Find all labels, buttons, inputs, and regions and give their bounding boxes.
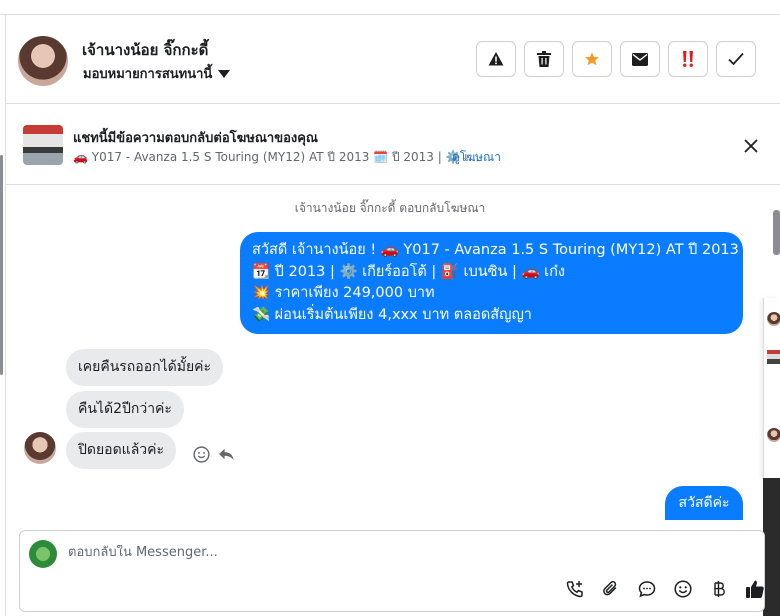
header-actions — [476, 41, 756, 77]
checkmark-icon — [728, 52, 744, 66]
assign-label: มอบหมายการสนทนานี้ — [83, 67, 213, 82]
star-icon — [585, 52, 599, 66]
chat-bubble-icon — [638, 581, 656, 598]
smiley-icon — [674, 580, 692, 598]
saved-replies-button[interactable] — [635, 577, 659, 601]
message-line: สวัสดี เจ้านางน้อย ! 🚗 Y017 - Avanza 1.5… — [252, 242, 739, 258]
view-ad-link[interactable]: ดูโฆษณา — [452, 148, 501, 167]
close-icon — [744, 139, 758, 153]
phone-plus-icon — [566, 581, 583, 598]
caret-down-icon — [218, 69, 231, 78]
mark-unread-button[interactable] — [620, 41, 660, 77]
thumbs-up-icon — [746, 580, 764, 598]
ad-banner-subtitle: 🚗 Y017 - Avanza 1.5 S Touring (MY12) AT … — [73, 150, 480, 164]
chat-scrollbar[interactable] — [773, 210, 780, 255]
attach-button[interactable] — [599, 577, 623, 601]
close-banner-button[interactable] — [740, 135, 762, 157]
mark-done-button[interactable] — [716, 41, 756, 77]
delete-button[interactable] — [524, 41, 564, 77]
like-button[interactable] — [743, 577, 767, 601]
reply-input[interactable] — [68, 545, 668, 560]
ad-reply-system-note: เจ้านางน้อย จิ๊กกะดี้ ตอบกลับโฆษณา — [294, 201, 486, 215]
outgoing-ad-message-bubble: สวัสดี เจ้านางน้อย ! 🚗 Y017 - Avanza 1.5… — [240, 232, 743, 334]
outgoing-message-bubble: สวัสดีค่ะ — [665, 486, 743, 520]
report-spam-button[interactable] — [476, 41, 516, 77]
incoming-message-bubble: ปิดยอดแล้วค่ะ — [66, 432, 177, 469]
baht-currency-icon — [714, 581, 725, 597]
message-line: 💥 ราคาเพียง 249,000 บาท — [252, 285, 435, 301]
composer-toolbar — [563, 577, 767, 601]
emoji-button[interactable] — [671, 577, 695, 601]
side-panel-edge — [763, 298, 780, 478]
reply-icon[interactable] — [218, 446, 235, 463]
follow-up-button[interactable] — [668, 41, 708, 77]
mini-avatar — [767, 428, 780, 442]
contact-name[interactable]: เจ้านางน้อย จิ๊กกะดี้ — [82, 38, 208, 62]
payment-button[interactable] — [707, 577, 731, 601]
sender-avatar[interactable] — [24, 432, 56, 464]
incoming-message-bubble: เคยคืนรถออกได้มั้ยค่ะ — [66, 349, 224, 386]
page-avatar — [29, 540, 57, 568]
left-scrollbar[interactable] — [0, 155, 3, 375]
incoming-message-bubble: คืนได้2ปีกว่าค่ะ — [66, 391, 184, 428]
mini-ad-thumbnail — [767, 350, 780, 364]
ad-banner-title: แชทนี้มีข้อความตอบกลับต่อโฆษณาของคุณ — [73, 131, 318, 146]
assign-conversation-dropdown[interactable]: มอบหมายการสนทนานี้ — [83, 63, 231, 84]
mini-avatar — [767, 312, 780, 326]
envelope-icon — [632, 52, 648, 66]
top-frame-edge — [0, 0, 780, 15]
message-actions — [193, 446, 235, 463]
message-composer — [19, 530, 765, 612]
conversation-header: เจ้านางน้อย จิ๊กกะดี้ มอบหมายการสนทนานี้ — [6, 16, 780, 104]
paperclip-icon — [603, 581, 617, 596]
message-line: 💸 ผ่อนเริ่มต้นเพียง 4,xxx บาท ตลอดสัญญา — [252, 306, 532, 323]
ad-thumbnail — [23, 125, 63, 165]
trash-icon — [537, 51, 551, 67]
message-line: 📆 ปี 2013 | ⚙️ เกียร์ออโต้ | ⛽ เบนซิน | … — [252, 263, 565, 280]
ad-reply-banner: แชทนี้มีข้อความตอบกลับต่อโฆษณาของคุณ 🚗 Y… — [6, 105, 780, 185]
react-emoji-icon[interactable] — [193, 446, 210, 463]
double-exclamation-icon — [683, 51, 693, 67]
call-button[interactable] — [563, 577, 587, 601]
warning-icon — [488, 52, 504, 66]
star-button[interactable] — [572, 41, 612, 77]
contact-avatar[interactable] — [18, 36, 68, 86]
